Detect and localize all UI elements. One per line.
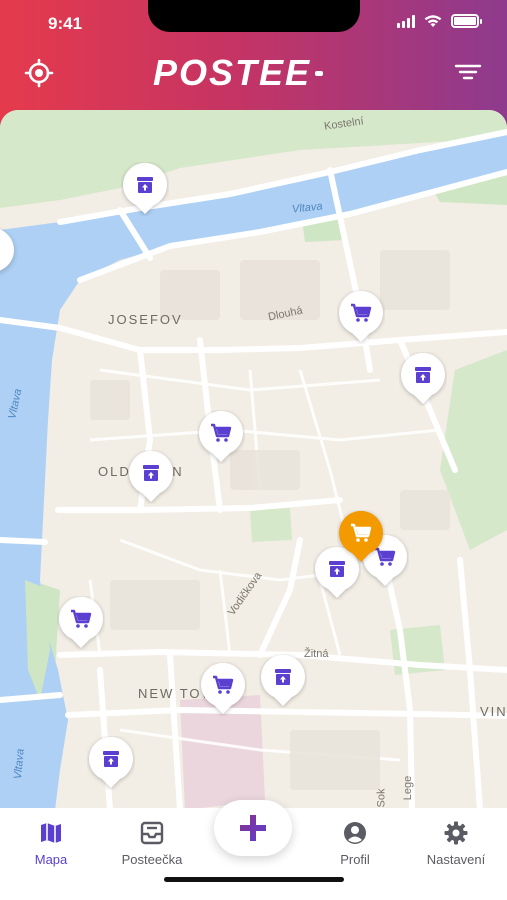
gear-icon xyxy=(444,821,468,845)
street-label-sok: Sok xyxy=(375,788,388,808)
shop-cart-pin[interactable] xyxy=(199,662,247,716)
tab-nastaveni[interactable]: Nastavení xyxy=(411,820,501,867)
parcel-box-pin[interactable] xyxy=(127,450,175,504)
street-label-legerova: Lege xyxy=(402,775,415,801)
cart-icon xyxy=(349,521,373,545)
box-icon xyxy=(133,173,157,197)
locate-me-button[interactable] xyxy=(22,56,56,90)
tab-profil[interactable]: Profil xyxy=(310,820,400,867)
filter-button[interactable] xyxy=(453,60,483,84)
shop-cart-pin[interactable] xyxy=(337,290,385,344)
tab-nastaveni-label: Nastavení xyxy=(426,852,486,867)
parcel-box-pin[interactable] xyxy=(121,162,169,216)
tab-mapa-label: Mapa xyxy=(34,852,68,867)
parcel-box-pin[interactable] xyxy=(399,352,447,406)
cart-icon xyxy=(211,673,235,697)
postee-logo: POSTEE xyxy=(153,52,324,93)
tab-profil-label: Profil xyxy=(340,852,370,867)
box-icon xyxy=(99,747,123,771)
cart-icon xyxy=(69,607,93,631)
cart-icon xyxy=(209,421,233,445)
box-icon xyxy=(271,665,295,689)
district-label-vin: VIN xyxy=(480,704,507,719)
cart-icon xyxy=(349,301,373,325)
status-bar: 9:41 xyxy=(0,0,507,48)
shop-cart-pin[interactable] xyxy=(57,596,105,650)
crosshair-icon xyxy=(24,58,54,88)
add-button[interactable] xyxy=(214,800,292,856)
district-label-josefov: JOSEFOV xyxy=(108,312,183,327)
logo-text: POSTEE xyxy=(153,52,312,93)
parcel-box-pin[interactable] xyxy=(259,654,307,708)
battery-icon xyxy=(451,14,482,28)
tab-posteecka-label: Posteečka xyxy=(121,852,183,867)
tab-mapa[interactable]: Mapa xyxy=(6,820,96,867)
wifi-icon xyxy=(424,15,442,27)
inbox-icon xyxy=(140,821,164,845)
cellular-signal-icon xyxy=(397,14,415,28)
logo-dash xyxy=(315,70,324,76)
filter-icon xyxy=(454,64,482,80)
home-indicator xyxy=(164,877,344,882)
status-time: 9:41 xyxy=(48,14,83,33)
status-icons xyxy=(397,14,482,28)
plus-icon xyxy=(240,815,266,841)
device-notch xyxy=(148,0,360,32)
user-icon xyxy=(344,822,366,844)
parcel-box-pin[interactable] xyxy=(87,736,135,790)
tab-posteecka[interactable]: Posteečka xyxy=(107,820,197,867)
map-base xyxy=(0,110,507,810)
bottom-tab-bar: Mapa Posteečka Profil Nastavení xyxy=(0,800,507,900)
box-icon xyxy=(411,363,435,387)
street-label-zitna: Žitná xyxy=(304,648,329,660)
map-icon xyxy=(41,823,61,843)
map-view[interactable]: Kostelní Vltava JOSEFOV Dlouhá Vltava OL… xyxy=(0,110,507,810)
box-icon xyxy=(139,461,163,485)
shop-cart-pin[interactable] xyxy=(337,510,385,564)
shop-cart-pin[interactable] xyxy=(197,410,245,464)
